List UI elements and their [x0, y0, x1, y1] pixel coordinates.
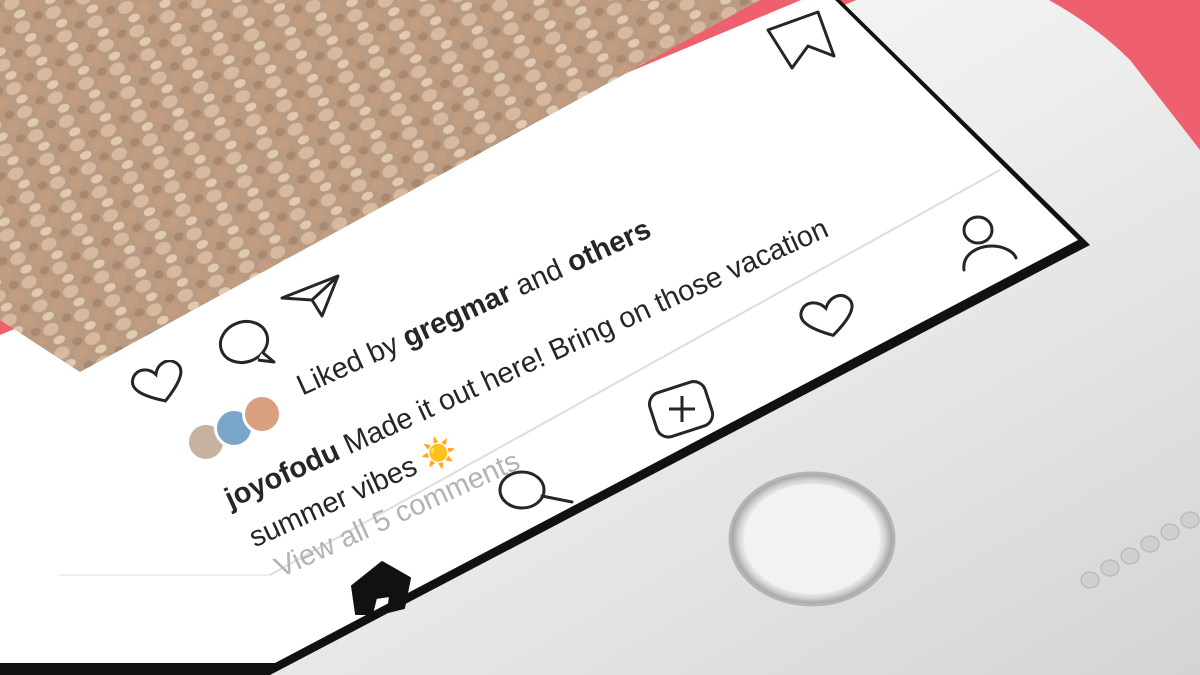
liked-and: and	[510, 253, 568, 303]
home-icon[interactable]	[346, 556, 418, 616]
plus-square-icon[interactable]	[646, 378, 720, 440]
avatar	[242, 394, 282, 434]
heart-outline-icon[interactable]	[796, 292, 860, 340]
liked-user-link[interactable]: gregmar	[398, 277, 517, 354]
user-icon[interactable]	[948, 212, 1020, 274]
liked-prefix: Liked by	[292, 328, 404, 403]
search-icon[interactable]	[494, 462, 578, 518]
home-button[interactable]	[724, 468, 900, 610]
liked-others-link[interactable]: others	[562, 213, 656, 279]
stage: Liked by gregmar and others joyofodu Mad…	[0, 0, 1200, 675]
post-text-block: Liked by gregmar and others joyofodu Mad…	[0, 0, 1200, 675]
speaker-grille	[1080, 511, 1200, 589]
